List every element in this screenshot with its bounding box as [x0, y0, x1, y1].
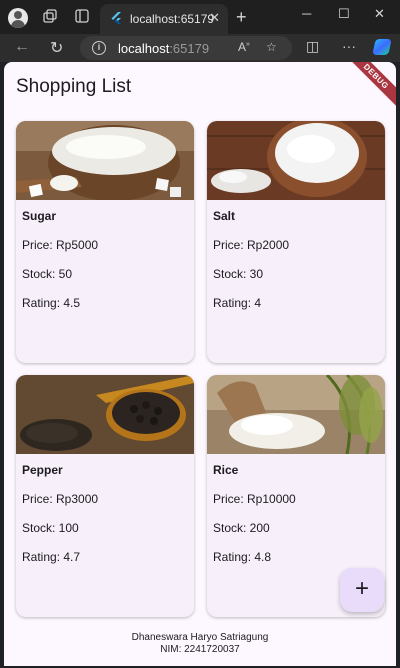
flutter-icon	[111, 12, 121, 24]
url-text: localhost:65179	[118, 41, 209, 56]
active-tab[interactable]: localhost:65179 ✕	[100, 4, 228, 34]
product-card-sugar[interactable]: Sugar Price: Rp5000 Stock: 50 Rating: 4.…	[16, 121, 194, 363]
info-icon[interactable]: i	[92, 41, 106, 55]
pepper-image	[16, 375, 194, 454]
footer-name: Dhaneswara Haryo Satriagung	[131, 632, 269, 643]
product-card-pepper[interactable]: Pepper Price: Rp3000 Stock: 100 Rating: …	[16, 375, 194, 617]
url-host: localhost	[118, 41, 170, 56]
tab-title: localhost:65179	[130, 12, 215, 26]
copilot-icon[interactable]	[372, 39, 392, 55]
minimize-icon[interactable]: ─	[302, 6, 311, 21]
maximize-icon[interactable]: ☐	[338, 6, 350, 22]
product-rating: Rating: 4.7	[22, 550, 81, 564]
product-stock: Stock: 30	[213, 267, 264, 281]
read-aloud-icon[interactable]: A»	[238, 40, 250, 54]
back-icon[interactable]: ←	[14, 38, 30, 56]
plus-icon: +	[354, 575, 369, 602]
product-price: Price: Rp3000	[22, 492, 99, 506]
workspaces-icon[interactable]	[40, 8, 60, 28]
browser-tab-bar: localhost:65179 ✕ + ─ ☐ ✕	[0, 0, 400, 34]
product-name: Sugar	[22, 209, 57, 223]
add-item-button[interactable]: +	[340, 568, 384, 612]
address-bar[interactable]: i localhost:65179 A» ☆	[80, 36, 292, 60]
product-price: Price: Rp2000	[213, 238, 290, 252]
tab-close-icon[interactable]: ✕	[209, 10, 220, 26]
split-screen-icon[interactable]: ◫	[306, 38, 319, 55]
footer: Dhaneswara Haryo Satriagung NIM: 2241720…	[4, 632, 396, 656]
product-price: Price: Rp10000	[213, 492, 296, 506]
product-rating: Rating: 4	[213, 296, 262, 310]
more-icon[interactable]: ···	[342, 38, 356, 54]
product-name: Rice	[213, 463, 239, 477]
product-stock: Stock: 100	[22, 521, 79, 535]
product-name: Pepper	[22, 463, 63, 477]
new-tab-button[interactable]: +	[236, 7, 247, 28]
product-card-salt[interactable]: Salt Price: Rp2000 Stock: 30 Rating: 4	[207, 121, 385, 363]
close-icon[interactable]: ✕	[374, 6, 385, 22]
refresh-icon[interactable]: ↻	[50, 38, 63, 58]
product-name: Salt	[213, 209, 236, 223]
product-rating: Rating: 4.5	[22, 296, 81, 310]
tab-actions-icon[interactable]	[72, 8, 92, 28]
url-port: :65179	[169, 41, 210, 56]
rice-image	[207, 375, 385, 454]
product-stock: Stock: 200	[213, 521, 270, 535]
debug-banner: DEBUG	[341, 62, 396, 111]
product-stock: Stock: 50	[22, 267, 73, 281]
page-title: Shopping List	[16, 76, 132, 97]
sugar-image	[16, 121, 194, 200]
browser-toolbar: ← ↻ i localhost:65179 A» ☆ ◫ ···	[0, 34, 400, 62]
product-price: Price: Rp5000	[22, 238, 99, 252]
footer-nim: NIM: 2241720037	[160, 644, 240, 655]
app-viewport: Shopping List DEBUG Sugar Price: Rp5000 …	[4, 62, 396, 666]
product-rating: Rating: 4.8	[213, 550, 272, 564]
profile-icon[interactable]	[8, 8, 28, 28]
favorite-icon[interactable]: ☆	[266, 40, 277, 54]
salt-image	[207, 121, 385, 200]
